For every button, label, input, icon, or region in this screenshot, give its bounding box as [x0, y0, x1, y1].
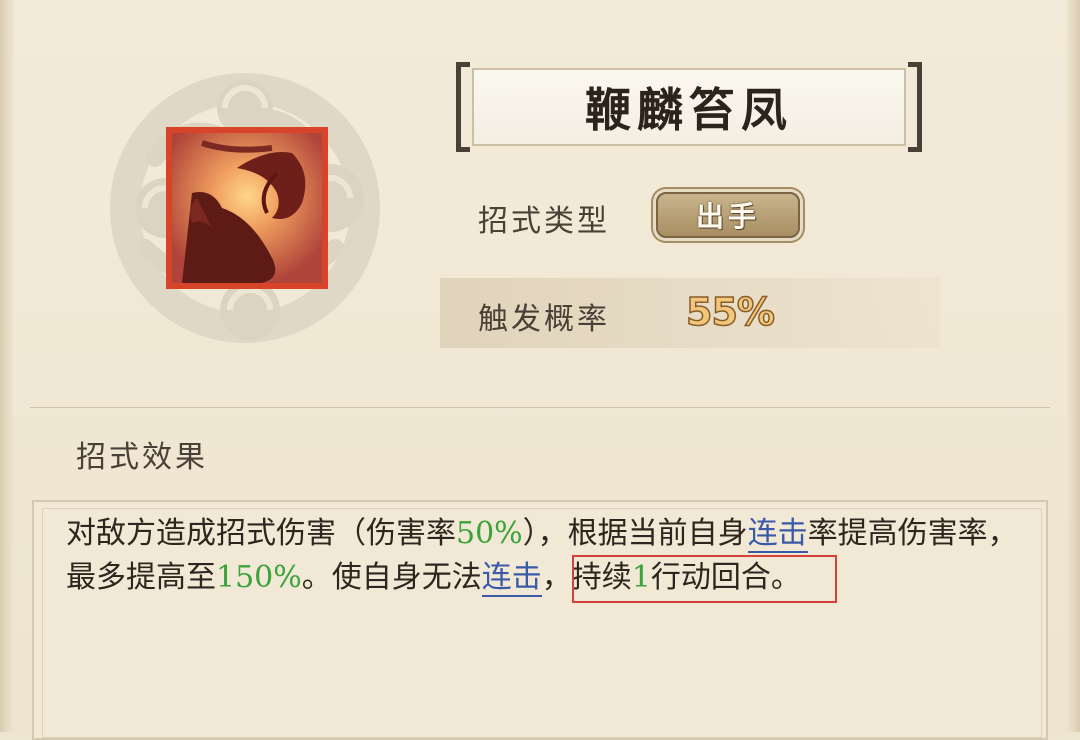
effect-section-title: 招式效果	[76, 440, 208, 475]
skill-icon-art	[172, 133, 322, 283]
panel-edge-right	[1066, 0, 1080, 732]
skill-title-banner: 鞭麟笞凤	[456, 62, 922, 152]
title-box: 鞭麟笞凤	[472, 68, 906, 146]
section-divider	[30, 407, 1050, 408]
title-bracket-right	[908, 62, 922, 152]
trigger-rate-label: 触发概率	[478, 302, 610, 337]
effect-description: 对敌方造成招式伤害（伤害率50%），根据当前自身连击率提高伤害率，最多提高至15…	[66, 512, 1026, 600]
desc-text-5: 使自身无法	[331, 560, 482, 595]
title-bracket-left	[456, 62, 470, 152]
max-damage-rate-value: 150%	[216, 560, 302, 595]
skill-name: 鞭麟笞凤	[585, 83, 793, 137]
desc-text-2: ），根据当前自身	[522, 516, 748, 551]
annotation-highlight-box	[572, 555, 837, 603]
desc-text-1: 对敌方造成招式伤害（伤害率	[66, 516, 456, 551]
skill-type-label: 招式类型	[478, 204, 610, 239]
panel-edge-left	[0, 0, 14, 732]
skill-type-badge: 出手	[656, 192, 800, 238]
combo-keyword-link[interactable]: 连击	[747, 516, 808, 553]
desc-text-4: 。	[301, 560, 332, 595]
skill-type-value: 出手	[695, 200, 760, 233]
dragon-phoenix-skill-icon[interactable]	[166, 127, 328, 289]
trigger-rate-value: 55%	[685, 289, 775, 335]
combo-keyword-link-2[interactable]: 连击	[481, 560, 542, 597]
damage-rate-value: 50%	[456, 516, 523, 551]
